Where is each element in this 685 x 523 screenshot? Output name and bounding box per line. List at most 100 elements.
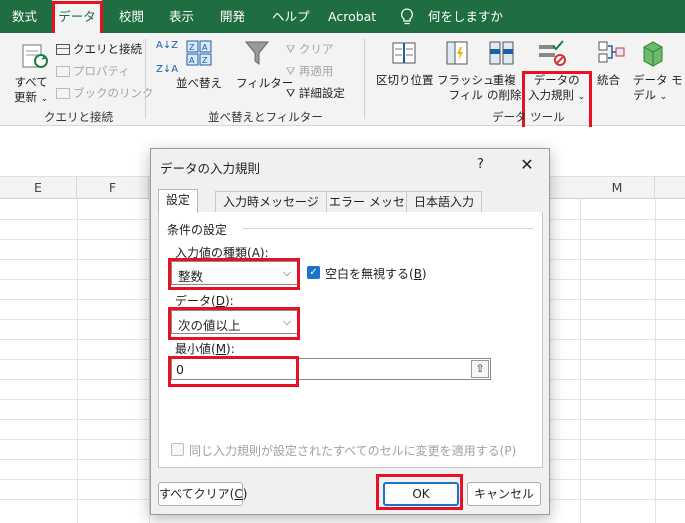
allow-select-value: 整数 [178,269,204,284]
clear-filter-label: クリア [298,42,334,56]
range-select-icon[interactable]: ⇧ [471,360,489,378]
remove-duplicates-button[interactable]: 重複 の削除 [487,73,522,103]
sort-az-button[interactable]: A↓Z [156,41,178,51]
text-to-columns-icon[interactable] [389,39,419,70]
apply-all-label: 同じ入力規則が設定されたすべてのセルに変更を適用する(P) [189,444,517,458]
table-icon [56,44,70,55]
filter-button[interactable]: フィルター [236,75,293,91]
data-model-button[interactable]: データ モ デル ⌄ [633,73,683,105]
refresh-all-label-1: すべて [14,75,48,89]
queries-connections-button[interactable]: クエリと接続 [56,41,142,57]
chevron-down-icon: ⌄ [577,92,586,102]
properties-button[interactable]: プロパティ [56,63,130,79]
properties-icon [56,66,70,77]
sort-za-icon: Z↓A [156,64,179,75]
flash-fill-icon[interactable] [444,39,470,70]
chevron-down-icon: ⌵ [282,315,292,328]
data-operator-value: 次の値以上 [178,318,241,333]
consolidate-icon[interactable] [597,39,625,70]
data-validation-button[interactable]: データの 入力規則 ⌄ [528,73,585,105]
dialog-title: データの入力規則 [160,161,261,176]
data-validation-dialog: データの入力規則 ? ✕ エラー メッセージ 日本語入力 入力時メッセージ 条件… [150,148,550,515]
remove-dup-label-2: の削除 [487,88,522,102]
queries-connections-label: クエリと接続 [73,42,142,56]
apply-all-checkbox[interactable] [171,443,184,456]
column-header-E[interactable]: E [0,177,77,199]
refresh-all-button[interactable]: すべて 更新 ⌄ [14,75,48,107]
clear-filter-button[interactable]: ⛛ クリア [286,41,333,57]
ignore-blank-label: 空白を無視する(B) [325,267,427,281]
minimum-input[interactable]: 0 ⇧ [171,358,491,380]
edit-links-button[interactable]: ブックのリンク [56,85,154,101]
group-label-queries: クエリと接続 [44,110,113,124]
flash-fill-button[interactable]: フラッシュ フィル [437,73,495,103]
validation-label-1: データの [533,73,580,87]
menu-bar: 数式 データ 校閲 表示 開発 ヘルプ Acrobat 何をしますか [0,0,685,33]
tab-acrobat[interactable]: Acrobat [328,0,376,33]
data-model-label-2: デル [633,88,656,102]
group-separator [364,39,365,119]
sort-dialog-icon[interactable]: ZAAZ [185,39,215,70]
chevron-down-icon: ⌄ [659,92,668,102]
reapply-button[interactable]: ⛛ 再適用 [286,63,333,79]
data-label: データ(D): [175,294,234,308]
data-model-label-1: データ モ [633,73,683,87]
tell-me-search[interactable]: 何をしますか [428,0,503,33]
links-icon [56,88,70,99]
tab-view[interactable]: 表示 [169,0,194,33]
group-label-data-tools: データ ツール [492,110,565,124]
data-operator-select[interactable]: 次の値以上 ⌵ [171,310,299,334]
validation-label-2: 入力規則 [528,88,574,102]
settings-panel: 条件の設定 入力値の種類(A): 整数 ⌵ ✓ 空白を無視する(B) データ(D… [158,212,543,468]
tab-settings[interactable]: 設定 [158,189,199,213]
refresh-all-label-2: 更新 [14,90,37,104]
data-model-icon[interactable] [639,39,667,70]
edit-links-label: ブックのリンク [73,86,154,100]
sort-az-icon: A↓Z [156,40,179,51]
allow-label: 入力値の種類(A): [175,246,269,260]
consolidate-button[interactable]: 統合 [597,73,620,88]
column-header-M[interactable]: M [580,177,655,199]
remove-dup-label-1: 重複 [492,73,516,87]
advanced-filter-button[interactable]: ⛛ 詳細設定 [286,85,345,101]
clear-all-button[interactable]: すべてクリア(C) [158,482,247,506]
close-icon[interactable]: ✕ [517,155,537,175]
minimum-input-value: 0 [176,362,184,377]
allow-select[interactable]: 整数 ⌵ [171,261,299,285]
criteria-section-label: 条件の設定 [167,223,228,237]
refresh-all-icon[interactable] [20,41,50,74]
filter-icon[interactable] [244,39,270,70]
flash-fill-label-1: フラッシュ [437,73,495,87]
tab-data[interactable]: データ [52,0,102,33]
group-label-sort-filter: 並べ替えとフィルター [208,110,323,124]
ok-button[interactable]: OK [383,482,459,506]
section-divider [243,228,533,229]
help-icon[interactable]: ? [477,157,484,172]
tab-review[interactable]: 校閲 [119,0,144,33]
tab-help[interactable]: ヘルプ [272,0,310,33]
ignore-blank-checkbox[interactable]: ✓ [307,266,320,279]
sort-za-button[interactable]: Z↓A [156,65,178,75]
svg-text:A: A [189,56,195,65]
cancel-button[interactable]: キャンセル [467,482,541,506]
ribbon: すべて 更新 ⌄ クエリと接続 プロパティ ブックのリンク クエリと接続 A↓Z… [0,33,685,142]
svg-text:Z: Z [189,43,195,52]
column-header-F[interactable]: F [77,177,149,199]
data-validation-icon[interactable] [537,39,567,70]
chevron-down-icon: ⌄ [40,94,49,104]
chevron-down-icon: ⌵ [282,266,292,279]
sort-button[interactable]: 並べ替え [176,75,222,91]
svg-text:A: A [202,43,208,52]
remove-duplicates-icon[interactable] [488,39,516,70]
tab-ime[interactable]: 日本語入力 [406,191,483,213]
tab-developer[interactable]: 開発 [220,0,245,33]
tab-input-message[interactable]: 入力時メッセージ [215,191,327,213]
group-separator [145,39,146,119]
svg-text:Z: Z [202,56,208,65]
flash-fill-label-2: フィル [448,88,483,102]
minimum-label: 最小値(M): [175,342,235,356]
clear-filter-icon: ⛛ [286,43,296,56]
text-to-columns-button[interactable]: 区切り位置 [376,73,434,88]
tab-formulas[interactable]: 数式 [12,0,37,33]
lightbulb-icon[interactable] [400,0,414,33]
